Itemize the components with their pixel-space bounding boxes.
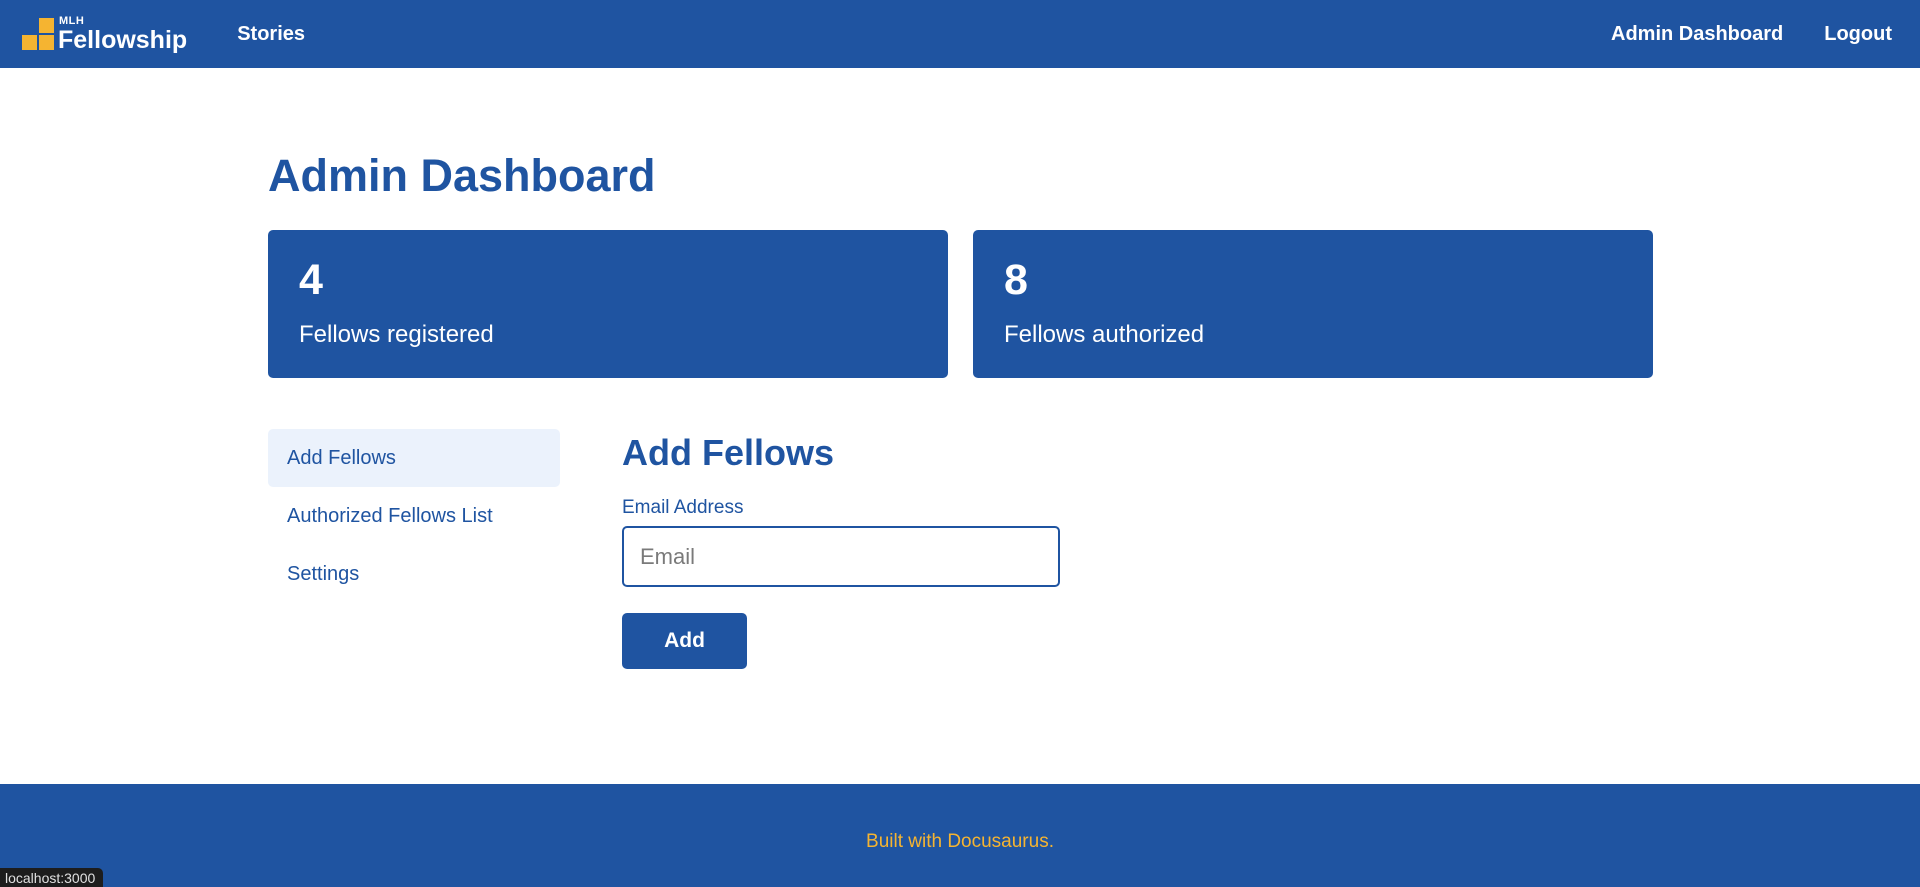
nav-link-stories[interactable]: Stories bbox=[237, 23, 305, 46]
sidebar-item-add-fellows[interactable]: Add Fellows bbox=[268, 429, 560, 487]
footer-text: Built with Docusaurus. bbox=[866, 831, 1054, 852]
email-input[interactable] bbox=[622, 526, 1060, 587]
page-title: Admin Dashboard bbox=[268, 150, 656, 201]
footer: Built with Docusaurus. bbox=[0, 784, 1920, 887]
stat-label: Fellows registered bbox=[299, 321, 494, 349]
stat-card-registered: 4 Fellows registered bbox=[268, 230, 948, 378]
add-button[interactable]: Add bbox=[622, 613, 747, 669]
sidebar-item-settings[interactable]: Settings bbox=[268, 545, 560, 603]
nav-right-group: Admin Dashboard Logout bbox=[1611, 23, 1898, 46]
nav-link-logout[interactable]: Logout bbox=[1824, 23, 1892, 46]
sidebar-menu: Add Fellows Authorized Fellows List Sett… bbox=[268, 429, 560, 603]
stat-value: 8 bbox=[1004, 256, 1028, 304]
nav-link-admin-dashboard[interactable]: Admin Dashboard bbox=[1611, 23, 1783, 46]
top-navbar: MLH Fellowship Stories Admin Dashboard L… bbox=[0, 0, 1920, 68]
stat-label: Fellows authorized bbox=[1004, 321, 1205, 349]
brand-small-text: MLH bbox=[59, 14, 85, 27]
brand-name: Fellowship bbox=[58, 25, 188, 54]
status-bar-url: localhost:3000 bbox=[0, 868, 104, 887]
stat-value: 4 bbox=[299, 256, 323, 304]
sidebar-item-authorized-fellows-list[interactable]: Authorized Fellows List bbox=[268, 487, 560, 545]
form-title: Add Fellows bbox=[622, 432, 835, 473]
add-fellows-form: Add Fellows Email Address Add bbox=[622, 430, 1062, 669]
stat-card-authorized: 8 Fellows authorized bbox=[973, 230, 1653, 378]
mlh-logo-icon bbox=[22, 18, 54, 50]
email-label: Email Address bbox=[622, 497, 744, 518]
brand-logo-link[interactable]: MLH Fellowship bbox=[22, 14, 188, 54]
brand-text: MLH Fellowship bbox=[58, 14, 188, 54]
